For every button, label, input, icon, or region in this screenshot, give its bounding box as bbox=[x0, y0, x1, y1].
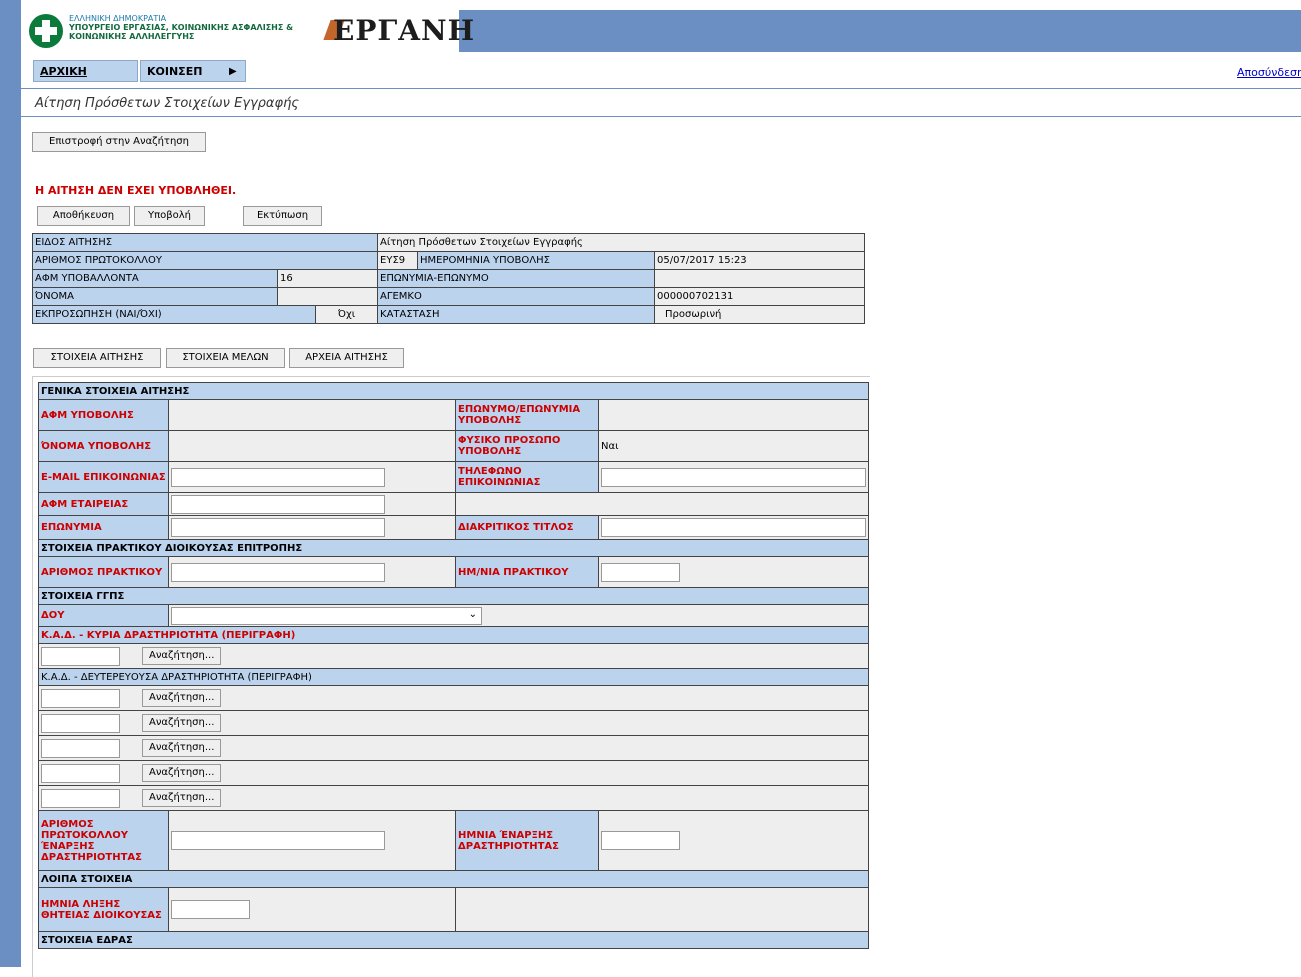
gemi-value: 000000702131 bbox=[654, 287, 866, 306]
ministry-line3: ΚΟΙΝΩΝΙΚΗΣ ΑΛΛΗΛΕΓΓΥΗΣ bbox=[69, 32, 195, 41]
header-banner: ΕΛΛΗΝΙΚΗ ΔΗΜΟΚΡΑΤΙΑ ΥΠΟΥΡΓΕΙΟ ΕΡΓΑΣΙΑΣ, … bbox=[21, 10, 1301, 52]
kad-secondary-field[interactable] bbox=[41, 713, 120, 733]
company-afm-label: ΑΦΜ ΕΤΑΙΡΕΙΑΣ bbox=[38, 492, 169, 516]
start-protocol-field[interactable] bbox=[171, 831, 385, 850]
minutes-date-label: ΗΜ/ΝΙΑ ΠΡΑΚΤΙΚΟΥ bbox=[455, 556, 599, 588]
surname-sub-label: ΕΠΩΝΥΜΟ/ΕΠΩΝΥΜΙΑ ΥΠΟΒΟΛΗΣ bbox=[455, 399, 599, 431]
minutes-number-label: ΑΡΙΘΜΟΣ ΠΡΑΚΤΙΚΟΥ bbox=[38, 556, 169, 588]
state-value: Προσωρινή bbox=[654, 305, 866, 324]
ministry-name: ΕΛΛΗΝΙΚΗ ΔΗΜΟΚΡΑΤΙΑ ΥΠΟΥΡΓΕΙΟ ΕΡΓΑΣΙΑΣ, … bbox=[69, 14, 319, 41]
menu-koinsep-label: ΚΟΙΝΣΕΠ bbox=[147, 65, 203, 78]
start-date-label: ΗΜΝΙΑ ΈΝΑΡΞΗΣ ΔΡΑΣΤΗΡΙΟΤΗΤΑΣ bbox=[455, 810, 599, 871]
tab-files[interactable]: ΑΡΧΕΙΑ ΑΙΤΗΣΗΣ bbox=[289, 348, 404, 368]
minutes-number-field[interactable] bbox=[171, 562, 385, 582]
minutes-date-field[interactable] bbox=[601, 562, 680, 582]
gemi-label: ΑΓΕΜΚΟ bbox=[377, 287, 656, 306]
tab-members[interactable]: ΣΤΟΙΧΕΙΑ ΜΕΛΩΝ bbox=[166, 348, 285, 368]
distinctive-title-field[interactable] bbox=[601, 518, 866, 537]
back-to-search-button[interactable]: Επιστροφή στην Αναζήτηση bbox=[32, 132, 206, 152]
natural-person-label: ΦΥΣΙΚΟ ΠΡΟΣΩΠΟ ΥΠΟΒΟΛΗΣ bbox=[455, 430, 599, 462]
term-end-field[interactable] bbox=[171, 900, 250, 919]
menu-koinsep[interactable]: ΚΟΙΝΣΕΠ ▶ bbox=[140, 60, 246, 82]
ergani-logo: ΕΡΓΑΝΗ bbox=[333, 14, 476, 47]
empty-cell bbox=[455, 492, 869, 516]
afm-label: ΑΦΜ ΥΠΟΒΑΛΛΟΝΤΑ bbox=[32, 269, 278, 288]
phone-label: ΤΗΛΕΦΩΝΟ ΕΠΙΚΟΙΝΩΝΙΑΣ bbox=[455, 461, 599, 493]
left-accent-bar bbox=[0, 0, 21, 967]
section-other: ΛΟΙΠΑ ΣΤΟΙΧΕΙΑ bbox=[38, 870, 869, 888]
page-title: Αίτηση Πρόσθετων Στοιχείων Εγγραφής bbox=[35, 96, 299, 111]
name-value bbox=[276, 287, 379, 306]
type-value: Αίτηση Πρόσθετων Στοιχείων Εγγραφής bbox=[377, 233, 866, 252]
print-button[interactable]: Εκτύπωση bbox=[243, 206, 322, 226]
kad-secondary-field[interactable] bbox=[41, 788, 120, 808]
kad-secondary-field[interactable] bbox=[41, 688, 120, 708]
email-label: E-MAIL ΕΠΙΚΟΙΝΩΝΙΑΣ bbox=[38, 461, 169, 493]
tab-application-details[interactable]: ΣΤΟΙΧΕΙΑ ΑΙΤΗΣΗΣ bbox=[33, 348, 161, 368]
start-date-field[interactable] bbox=[601, 831, 680, 850]
save-button[interactable]: Αποθήκευση bbox=[37, 206, 130, 226]
surname-sub-value bbox=[598, 399, 869, 431]
representation-label: ΕΚΠΡΟΣΩΠΗΣΗ (ΝΑΙ/ΌΧΙ) bbox=[32, 305, 316, 324]
afm-sub-value bbox=[168, 399, 456, 431]
kad-main-field[interactable] bbox=[41, 646, 120, 666]
kad-secondary-search-button[interactable]: Αναζήτηση... bbox=[142, 714, 222, 732]
status-message: Η ΑΙΤΗΣΗ ΔΕΝ ΕΧΕΙ ΥΠΟΒΛΗΘΕΙ. bbox=[35, 184, 237, 197]
name-sub-value bbox=[168, 430, 456, 462]
email-field[interactable] bbox=[171, 467, 385, 487]
logo-area: ΕΛΛΗΝΙΚΗ ΔΗΜΟΚΡΑΤΙΑ ΥΠΟΥΡΓΕΙΟ ΕΡΓΑΣΙΑΣ, … bbox=[21, 10, 474, 52]
chevron-down-icon: ⌄ bbox=[468, 608, 477, 620]
protocol-label: ΑΡΙΘΜΟΣ ΠΡΩΤΟΚΟΛΛΟΥ bbox=[31, 251, 379, 270]
kad-secondary-field[interactable] bbox=[41, 738, 120, 758]
date-label: ΗΜΕΡΟΜΗΝΙΑ ΥΠΟΒΟΛΗΣ bbox=[417, 251, 656, 270]
surname-label: ΕΠΩΝΥΜΙΑ-ΕΠΩΝΥΜΟ bbox=[377, 269, 656, 288]
surname-value bbox=[654, 269, 866, 288]
distinctive-title-label: ΔΙΑΚΡΙΤΙΚΟΣ ΤΙΤΛΟΣ bbox=[455, 515, 599, 540]
name-sub-label: ΌΝΟΜΑ ΥΠΟΒΟΛΗΣ bbox=[38, 430, 169, 462]
protocol-code: ΕΥΣ9 bbox=[377, 251, 419, 270]
term-end-label: ΗΜΝΙΑ ΛΗΞΗΣ ΘΗΤΕΙΑΣ ΔΙΟΙΚΟΥΣΑΣ bbox=[38, 887, 169, 932]
name-label: ΌΝΟΜΑ bbox=[32, 287, 278, 306]
menu-home[interactable]: ΑΡΧΙΚΗ bbox=[33, 60, 138, 82]
section-general: ΓΕΝΙΚΑ ΣΤΟΙΧΕΙΑ ΑΙΤΗΣΗΣ bbox=[38, 382, 869, 400]
start-protocol-label: ΑΡΙΘΜΟΣ ΠΡΩΤΟΚΟΛΛΟΥ ΈΝΑΡΞΗΣ ΔΡΑΣΤΗΡΙΟΤΗΤ… bbox=[38, 810, 169, 871]
type-label: ΕΙΔΟΣ ΑΙΤΗΣΗΣ bbox=[31, 233, 379, 252]
company-name-field[interactable] bbox=[171, 518, 385, 537]
afm-value: 16 bbox=[276, 269, 379, 288]
date-value: 05/07/2017 15:23 bbox=[654, 251, 866, 270]
divider bbox=[21, 116, 1301, 117]
ministry-line1: ΕΛΛΗΝΙΚΗ ΔΗΜΟΚΡΑΤΙΑ bbox=[69, 14, 167, 23]
state-label: ΚΑΤΑΣΤΑΣΗ bbox=[377, 305, 656, 324]
logout-link[interactable]: Αποσύνδεση bbox=[1237, 66, 1301, 79]
doy-label: ΔΟΥ bbox=[38, 604, 169, 627]
representation-value: Όχι bbox=[314, 305, 379, 324]
kad-secondary-search-button[interactable]: Αναζήτηση... bbox=[142, 764, 222, 782]
phone-field[interactable] bbox=[601, 467, 866, 487]
afm-sub-label: ΑΦΜ ΥΠΟΒΟΛΗΣ bbox=[38, 399, 169, 431]
empty-cell bbox=[455, 887, 869, 932]
kad-secondary-search-button[interactable]: Αναζήτηση... bbox=[142, 689, 222, 707]
section-ggps: ΣΤΟΙΧΕΙΑ ΓΓΠΣ bbox=[38, 587, 869, 605]
company-afm-field[interactable] bbox=[171, 494, 385, 514]
natural-person-value: Ναι bbox=[598, 430, 869, 462]
kad-secondary-search-button[interactable]: Αναζήτηση... bbox=[142, 789, 222, 807]
ministry-emblem-icon bbox=[29, 14, 63, 48]
section-seat: ΣΤΟΙΧΕΙΑ ΕΔΡΑΣ bbox=[38, 931, 869, 949]
section-kad-secondary: Κ.Α.Δ. - ΔΕΥΤΕΡΕΥΟΥΣΑ ΔΡΑΣΤΗΡΙΟΤΗΤΑ (ΠΕΡ… bbox=[38, 668, 869, 686]
kad-secondary-search-button[interactable]: Αναζήτηση... bbox=[142, 739, 222, 757]
doy-select[interactable]: ⌄ bbox=[171, 606, 482, 625]
application-info-table: ΕΙΔΟΣ ΑΙΤΗΣΗΣ Αίτηση Πρόσθετων Στοιχείων… bbox=[31, 233, 866, 324]
company-name-label: ΕΠΩΝΥΜΙΑ bbox=[38, 515, 169, 540]
kad-main-search-button[interactable]: Αναζήτηση... bbox=[142, 647, 222, 665]
chevron-right-icon: ▶ bbox=[229, 66, 237, 77]
application-form: ΓΕΝΙΚΑ ΣΤΟΙΧΕΙΑ ΑΙΤΗΣΗΣ ΑΦΜ ΥΠΟΒΟΛΗΣ ΕΠΩ… bbox=[38, 382, 869, 949]
section-board-minutes: ΣΤΟΙΧΕΙΑ ΠΡΑΚΤΙΚΟΥ ΔΙΟΙΚΟΥΣΑΣ ΕΠΙΤΡΟΠΗΣ bbox=[38, 539, 869, 557]
section-kad-main: Κ.Α.Δ. - ΚΥΡΙΑ ΔΡΑΣΤΗΡΙΟΤΗΤΑ (ΠΕΡΙΓΡΑΦΗ) bbox=[38, 626, 869, 644]
ministry-line2: ΥΠΟΥΡΓΕΙΟ ΕΡΓΑΣΙΑΣ, ΚΟΙΝΩΝΙΚΗΣ ΑΣΦΑΛΙΣΗΣ… bbox=[69, 23, 294, 32]
divider bbox=[21, 88, 1301, 89]
submit-button[interactable]: Υποβολή bbox=[134, 206, 205, 226]
kad-secondary-field[interactable] bbox=[41, 763, 120, 783]
